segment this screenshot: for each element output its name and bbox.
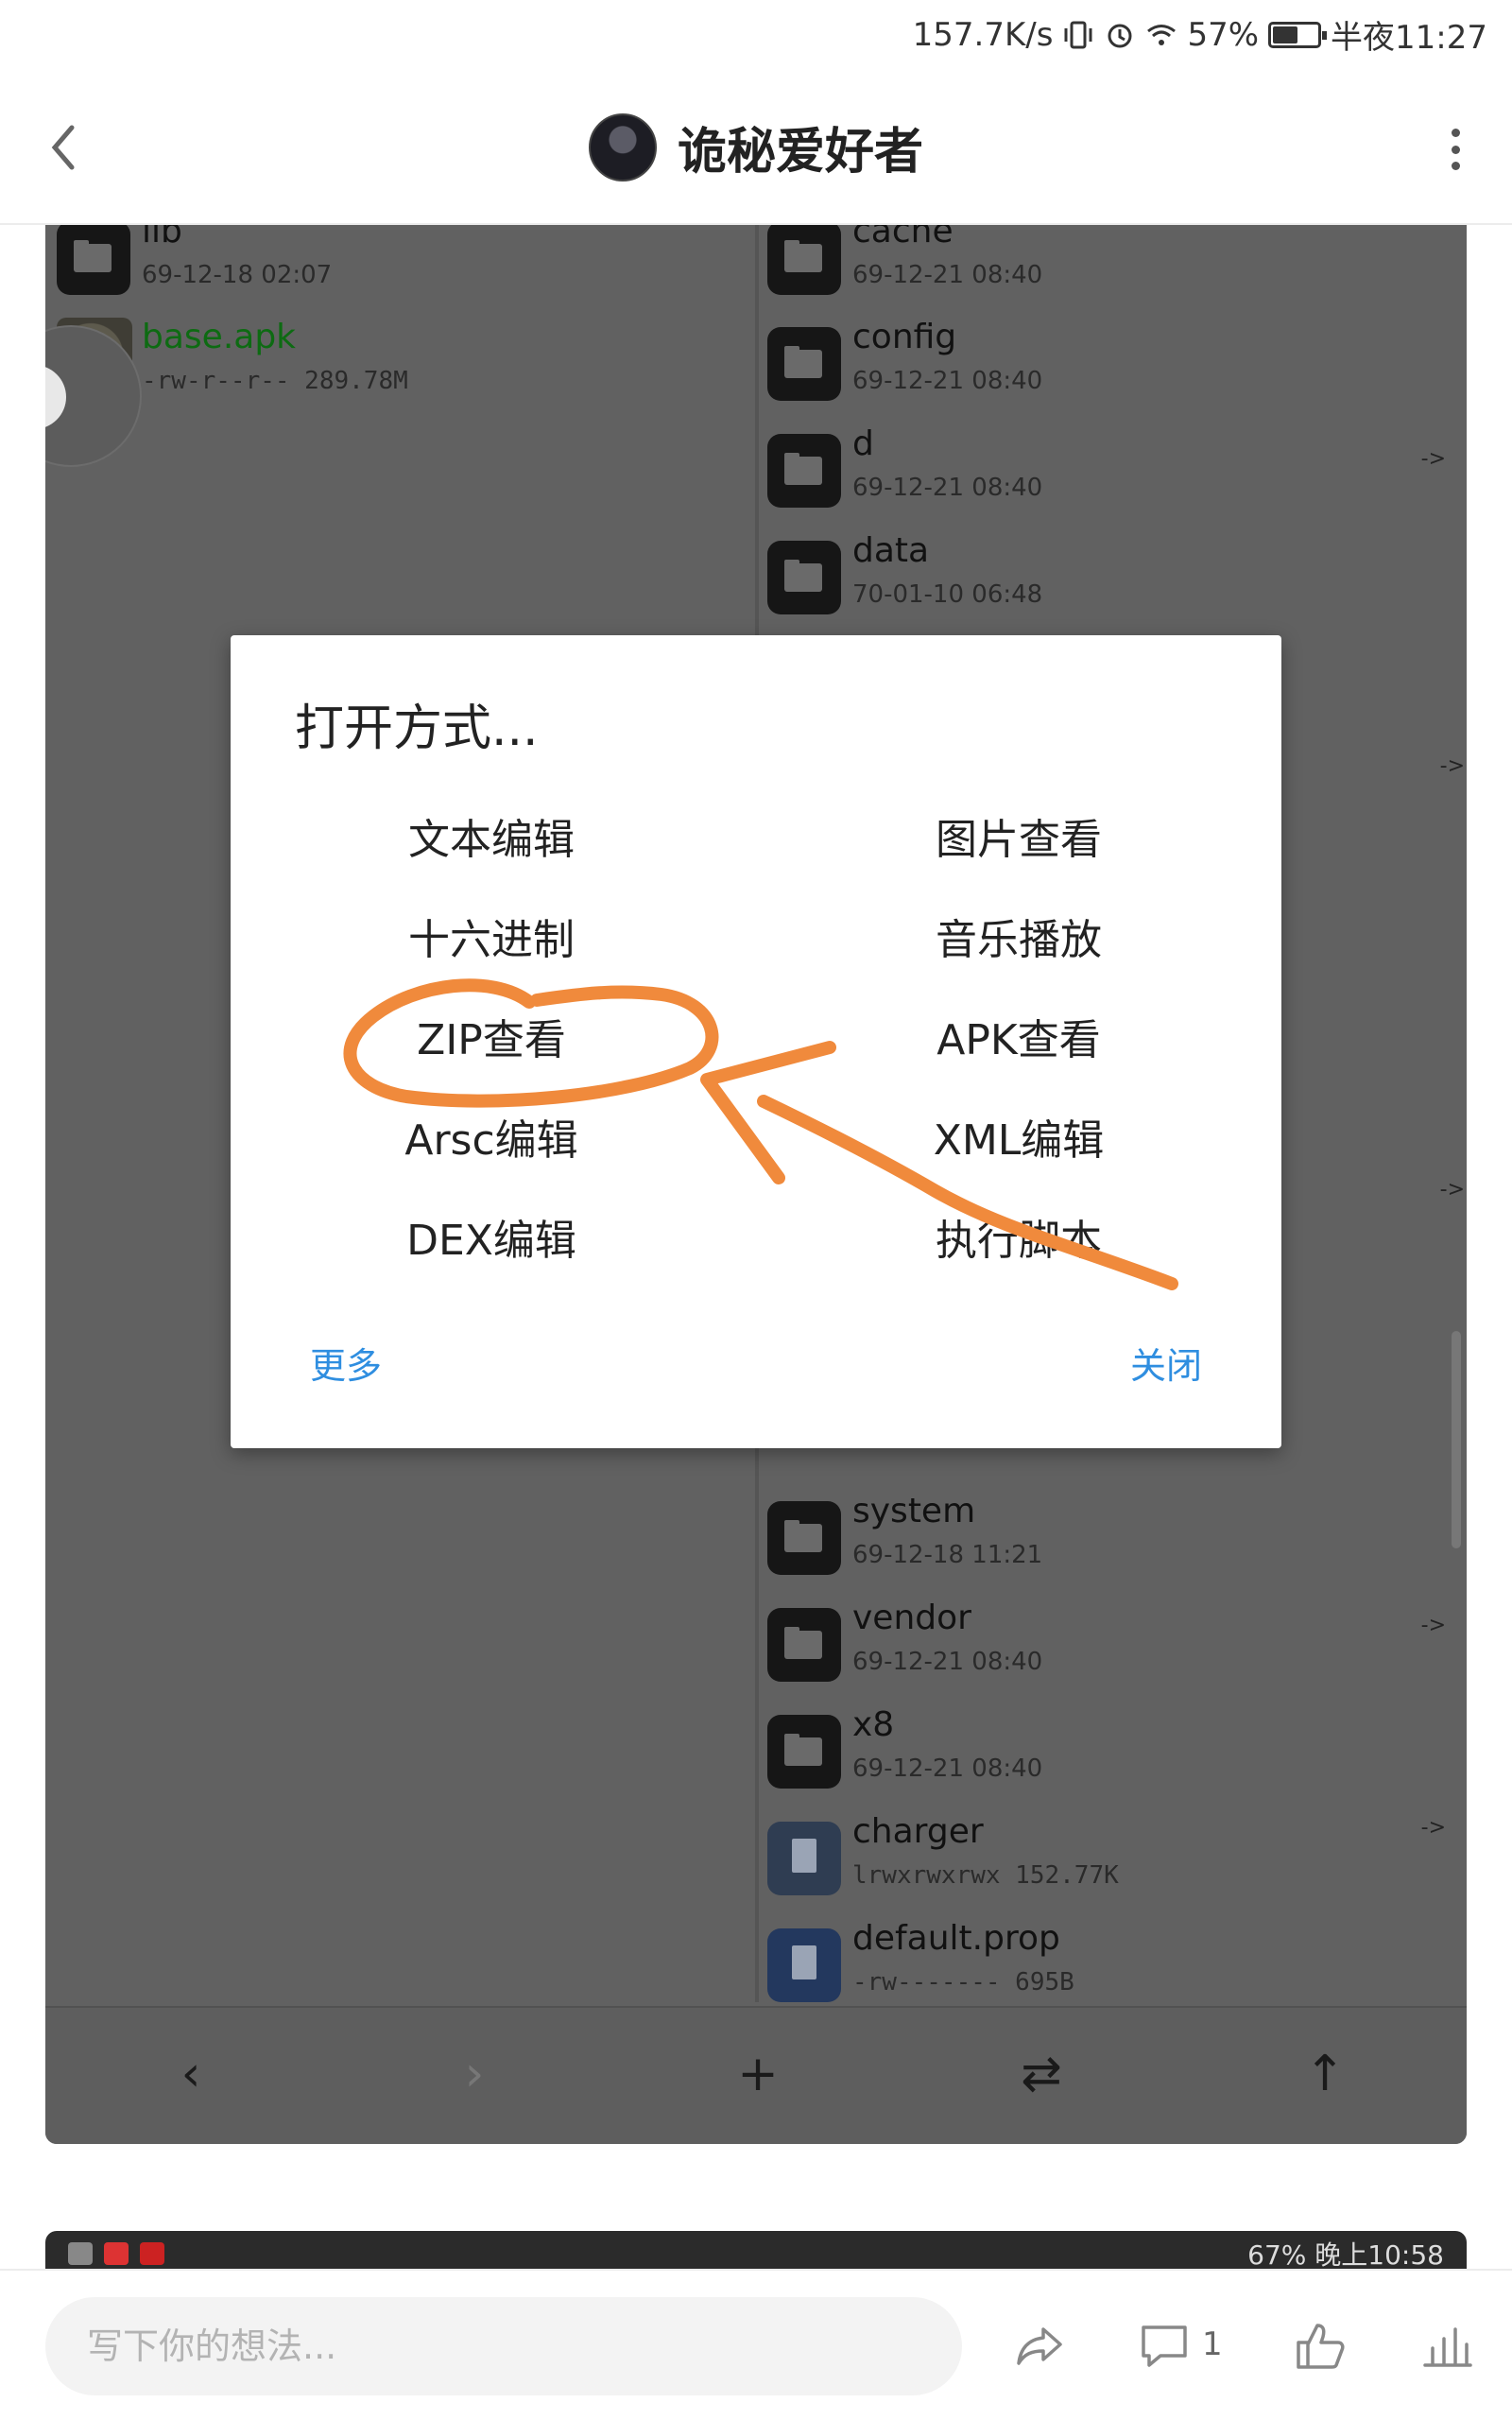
file-row-cache[interactable]: cache 69-12-21 08:40 [767,225,1448,310]
file-meta: 69-12-21 08:40 [852,1648,1043,1676]
file-toolbar: ‹ › + ⇄ ↑ [45,2006,1467,2144]
folder-icon [767,541,841,614]
more-button[interactable]: 更多 [310,1337,382,1389]
open-with-dialog: 打开方式... 文本编辑 图片查看 十六进制 音乐播放 ZIP查看 APK查看 … [231,635,1281,1448]
back-arrow-icon[interactable]: ‹ [163,2046,219,2102]
vertical-dots-icon[interactable] [1436,121,1474,178]
option-xml-edit[interactable]: XML编辑 [839,1106,1198,1167]
file-name: default.prop [852,1919,1060,1958]
file-meta: 69-12-18 02:07 [142,261,333,289]
app-icon [68,2242,93,2265]
peek-icons [68,2242,164,2265]
comment-count: 1 [1202,2325,1223,2363]
file-name: system [852,1492,976,1530]
file-row-system[interactable]: system 69-12-18 11:21 [767,1486,1448,1590]
link-arrow: -> [1439,1178,1465,1201]
file-meta: 69-12-21 08:40 [852,367,1043,395]
swap-icon[interactable]: ⇄ [1013,2046,1070,2102]
folder-icon [767,327,841,401]
option-dex-edit[interactable]: DEX编辑 [312,1206,671,1267]
forward-arrow-icon[interactable]: › [446,2046,503,2102]
comment-bar: 1 [0,2269,1512,2420]
folder-icon [57,225,130,295]
option-apk-view[interactable]: APK查看 [839,1006,1198,1066]
option-run-script[interactable]: 执行脚本 [839,1206,1198,1267]
file-meta: 69-12-21 08:40 [852,474,1043,502]
file-name: vendor [852,1599,971,1637]
folder-icon [767,225,841,295]
close-button[interactable]: 关闭 [1130,1337,1202,1389]
file-meta: 69-12-21 08:40 [852,261,1043,289]
app-header: 诡秘爱好者 [0,72,1512,225]
page-title: 诡秘爱好者 [677,124,923,181]
file-meta: 69-12-18 11:21 [852,1541,1043,1569]
header-center: 诡秘爱好者 [0,112,1512,182]
link-arrow: -> [1420,1614,1446,1637]
file-row-x8[interactable]: x8 69-12-21 08:40 [767,1700,1448,1804]
share-icon[interactable] [1011,2318,1068,2375]
file-meta: lrwxrwxrwx 152.77K [852,1861,1119,1890]
status-bar: 157.7K/s 57% 半夜11:27 [0,0,1512,72]
add-icon[interactable]: + [730,2046,786,2102]
link-arrow: -> [1420,1816,1446,1840]
app-icon [140,2242,164,2265]
link-arrow: -> [1439,754,1465,778]
file-name: data [852,531,930,570]
comment-input[interactable] [45,2297,962,2395]
up-arrow-icon[interactable]: ↑ [1297,2046,1353,2102]
stats-icon[interactable] [1419,2318,1476,2375]
file-row-default-prop[interactable]: default.prop -rw------- 695B [767,1913,1448,2017]
file-row-charger[interactable]: charger lrwxrwxrwx 152.77K -> [767,1806,1448,1910]
wifi-icon [1147,24,1177,45]
file-name: charger [852,1812,984,1851]
file-row-data[interactable]: data 70-01-10 06:48 [767,526,1448,630]
file-row-d[interactable]: d 69-12-21 08:40 -> [767,419,1448,523]
folder-icon [767,1715,841,1789]
file-row-lib[interactable]: lib 69-12-18 02:07 [57,225,737,310]
option-zip-view[interactable]: ZIP查看 [312,1006,671,1066]
scrollbar[interactable] [1452,1331,1461,1548]
battery-icon [1268,21,1328,48]
avatar[interactable] [588,112,657,182]
file-row-base-apk[interactable]: base.apk -rw-r--r-- 289.78M [57,312,737,416]
comment-icon[interactable] [1136,2318,1193,2375]
option-arsc-edit[interactable]: Arsc编辑 [312,1106,671,1167]
file-name: cache [852,225,954,251]
file-meta: -rw-r--r-- 289.78M [142,367,408,395]
vibrate-icon [1064,21,1092,48]
file-meta: 69-12-21 08:40 [852,1754,1043,1783]
file-meta: -rw------- 695B [852,1968,1074,1996]
second-screenshot-peek: 67% 晚上10:58 [45,2231,1467,2269]
folder-icon [767,1501,841,1575]
folder-icon [767,1608,841,1682]
app-icon [104,2242,129,2265]
option-hex[interactable]: 十六进制 [312,906,671,966]
file-meta: 70-01-10 06:48 [852,580,1043,609]
thumbs-up-icon[interactable] [1291,2318,1348,2375]
document-icon [767,1928,841,2002]
file-row-config[interactable]: config 69-12-21 08:40 [767,312,1448,416]
file-name: lib [142,225,182,251]
option-text-edit[interactable]: 文本编辑 [312,805,671,866]
battery-percent: 57% [1187,15,1260,54]
link-arrow: -> [1420,447,1446,471]
peek-status: 67% 晚上10:58 [1247,2239,1444,2269]
file-name: x8 [852,1705,895,1744]
option-image-view[interactable]: 图片查看 [839,805,1198,866]
folder-icon [767,434,841,508]
clock: 半夜11:27 [1331,19,1487,57]
file-name: config [852,318,957,356]
file-name: base.apk [142,318,297,356]
file-row-vendor[interactable]: vendor 69-12-21 08:40 -> [767,1593,1448,1697]
dialog-title: 打开方式... [295,700,539,757]
net-speed: 157.7K/s [912,15,1054,54]
status-right: 157.7K/s 57% 半夜11:27 [913,11,1487,58]
alarm-icon [1108,24,1132,47]
file-name: d [852,424,874,463]
file-icon [767,1822,841,1895]
option-music-play[interactable]: 音乐播放 [839,906,1198,966]
battery-fill [1273,26,1298,43]
